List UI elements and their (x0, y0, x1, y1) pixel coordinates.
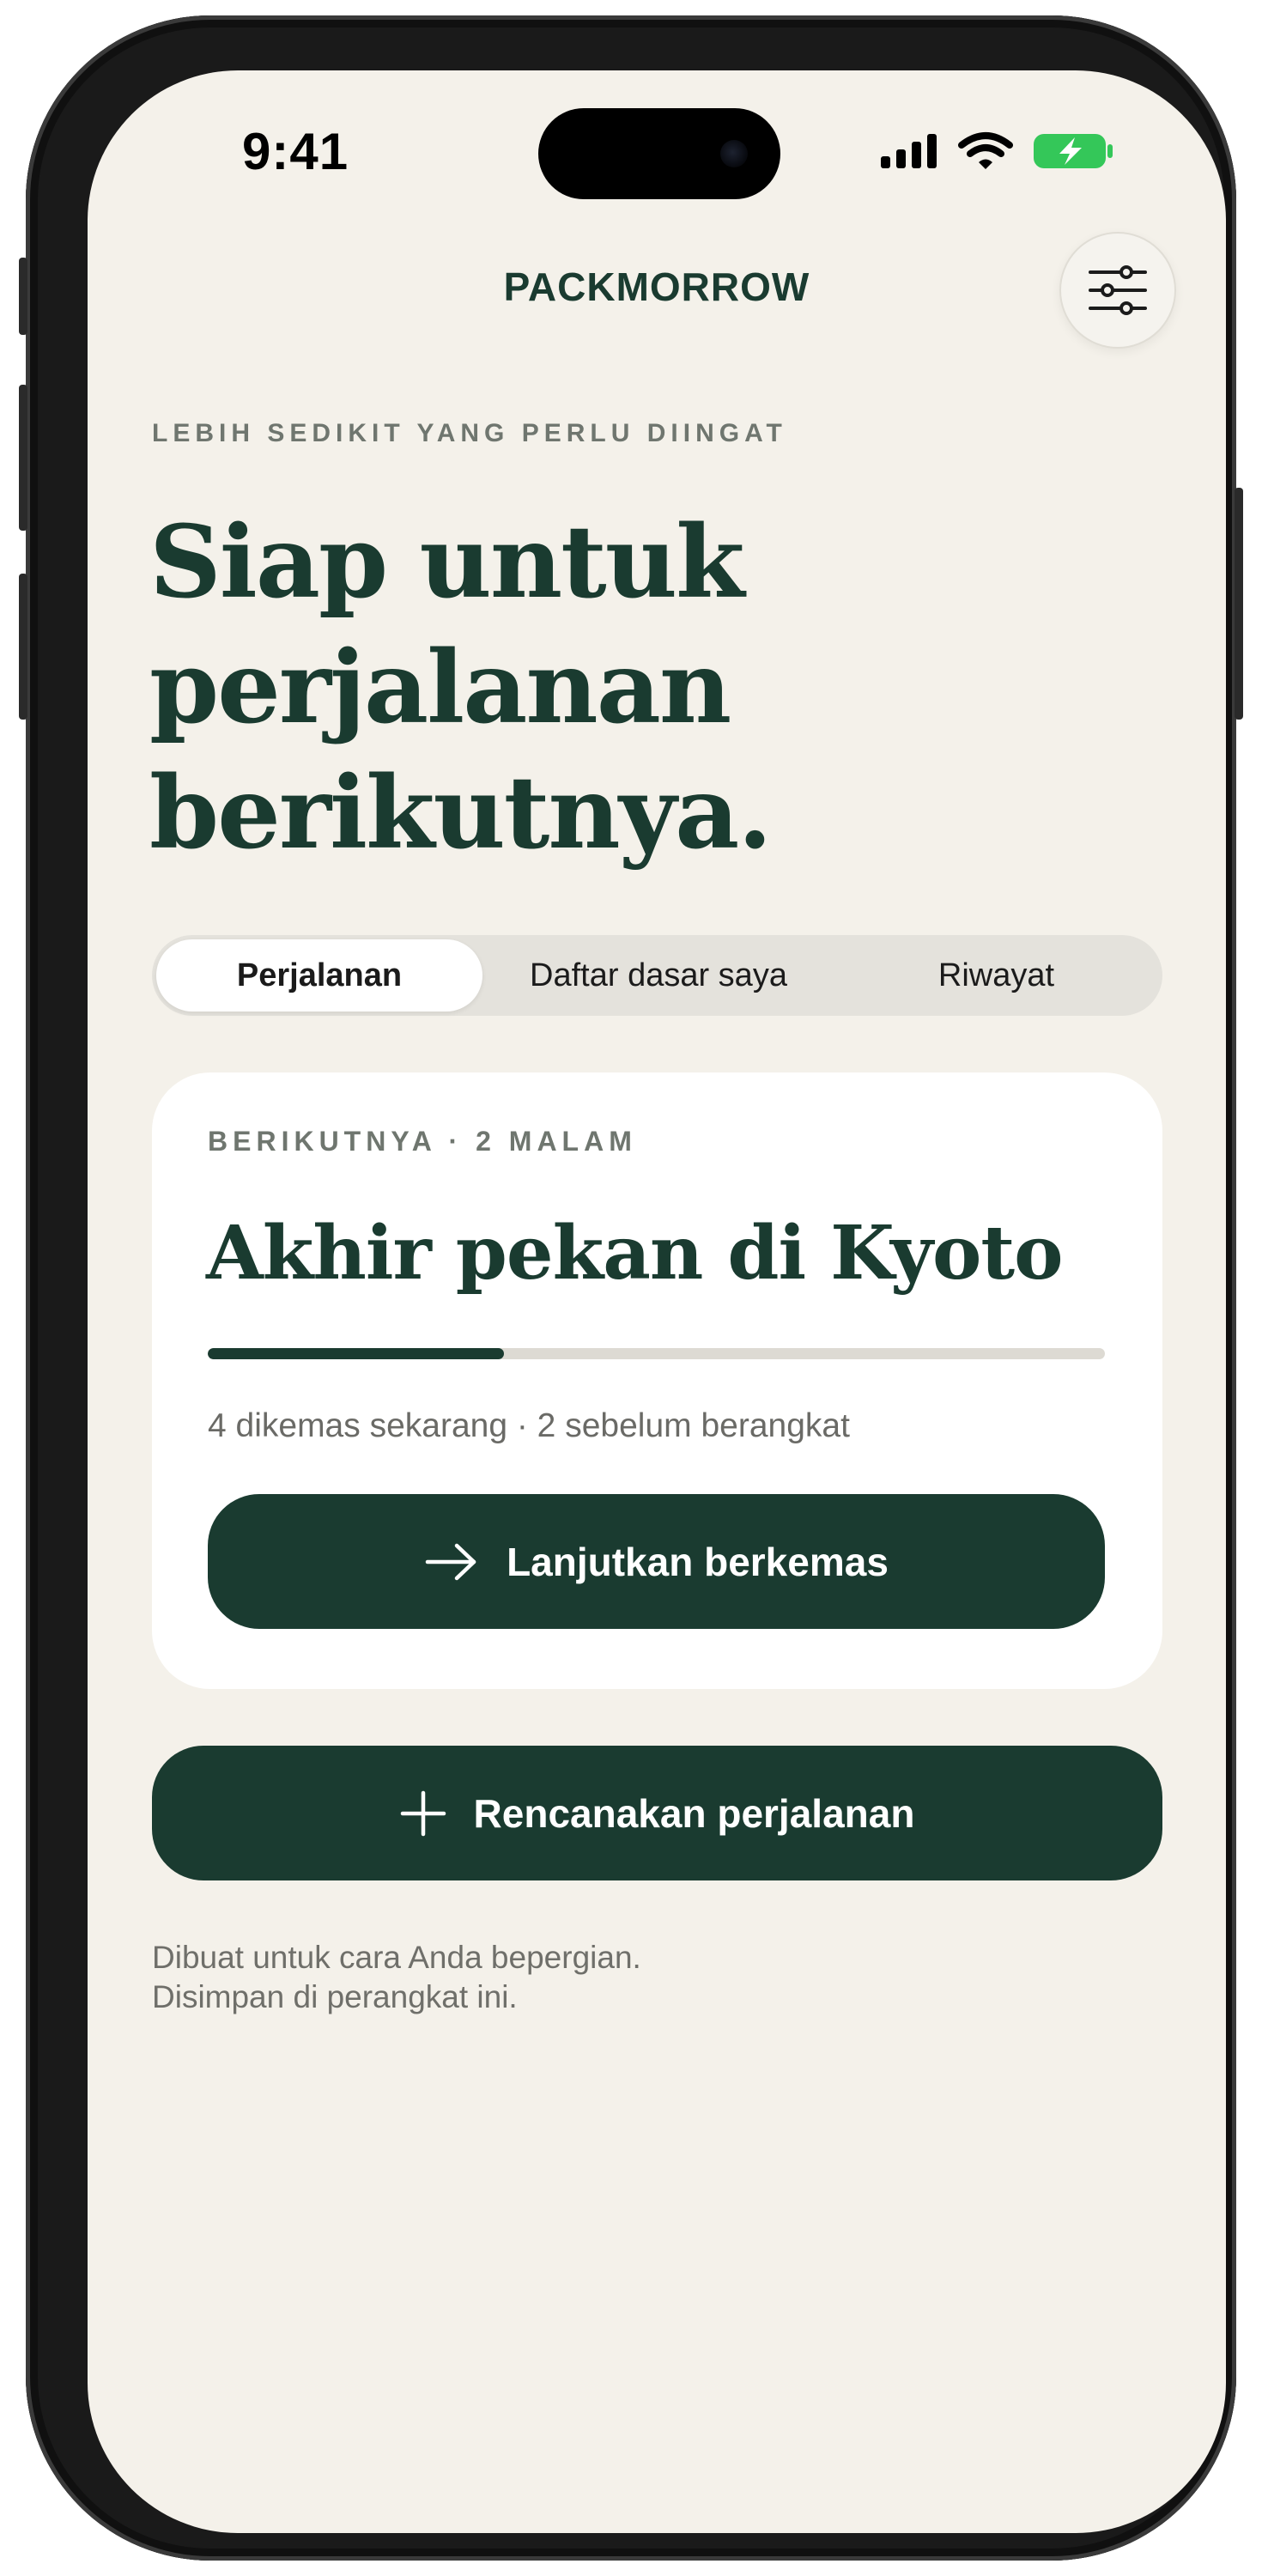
plan-trip-button[interactable]: Rencanakan perjalanan (152, 1746, 1162, 1880)
trip-eyebrow: BERIKUTNYA · 2 MALAM (208, 1126, 637, 1157)
footer-line: Disimpan di perangkat ini. (152, 1979, 518, 2014)
tab-trips[interactable]: Perjalanan (156, 939, 482, 1012)
hero-headline: Siap untuk perjalanan berikutnya. (149, 500, 922, 876)
camera-icon (720, 140, 748, 167)
tab-history[interactable]: Riwayat (834, 939, 1158, 1012)
sliders-icon (1089, 265, 1147, 315)
status-icons (879, 131, 1114, 172)
headline-line: perjalanan (149, 629, 731, 746)
trip-title: Akhir pekan di Kyoto (206, 1210, 1063, 1297)
trip-card[interactable]: BERIKUTNYA · 2 MALAM Akhir pekan di Kyot… (152, 1072, 1162, 1689)
packing-progress-bar (208, 1348, 1105, 1359)
cellular-signal-icon (881, 134, 937, 168)
plus-icon (400, 1790, 446, 1836)
plan-trip-label: Rencanakan perjalanan (473, 1790, 915, 1836)
dynamic-island (538, 108, 780, 199)
continue-packing-button[interactable]: Lanjutkan berkemas (208, 1494, 1105, 1629)
segmented-tabs: Perjalanan Daftar dasar saya Riwayat (152, 935, 1162, 1016)
settings-button[interactable] (1059, 232, 1176, 349)
footer-note: Dibuat untuk cara Anda bepergian. Disimp… (152, 1938, 641, 2017)
battery-charging-icon (1034, 134, 1113, 168)
arrow-right-icon (425, 1543, 476, 1580)
status-time: 9:41 (242, 123, 349, 180)
phone-frame: 9:41 PACKMORROW LEBIH SEDIKIT YANG PERLU… (19, 15, 1243, 2561)
mute-switch (19, 258, 27, 335)
headline-line: berikutnya. (149, 755, 773, 872)
packing-progress-fill (208, 1348, 504, 1359)
wifi-icon (958, 132, 1013, 169)
volume-up-button (19, 385, 27, 531)
trip-meta: 4 dikemas sekarang · 2 sebelum berangkat (208, 1407, 850, 1444)
tab-base-list[interactable]: Daftar dasar saya (491, 939, 826, 1012)
headline-line: Siap untuk (149, 504, 744, 621)
footer-line: Dibuat untuk cara Anda bepergian. (152, 1940, 641, 1975)
hero-eyebrow: LEBIH SEDIKIT YANG PERLU DIINGAT (152, 419, 787, 447)
continue-packing-label: Lanjutkan berkemas (507, 1539, 889, 1584)
app-screen: 9:41 PACKMORROW LEBIH SEDIKIT YANG PERLU… (88, 70, 1226, 2533)
app-brand-title: PACKMORROW (503, 264, 810, 309)
volume-down-button (19, 574, 27, 720)
power-button (1235, 488, 1243, 720)
